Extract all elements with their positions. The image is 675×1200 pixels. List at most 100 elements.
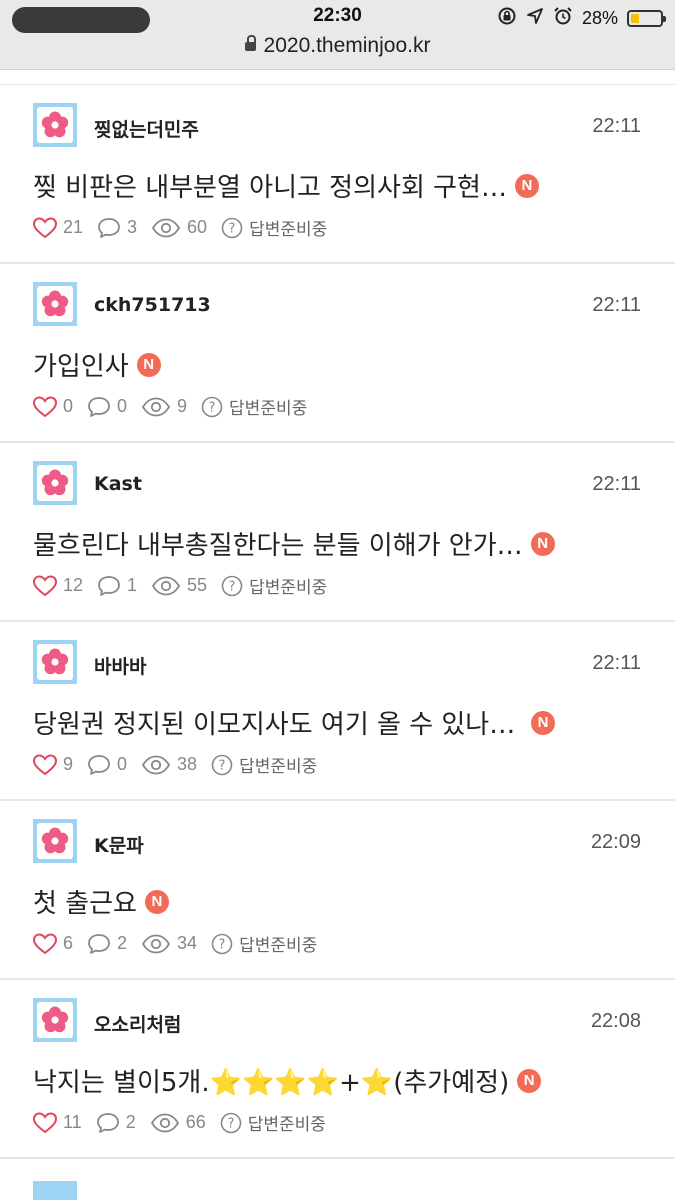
comment-count-value: 0 [117, 396, 128, 416]
comment-bubble-icon [88, 933, 110, 954]
post-time: 22:09 [590, 831, 641, 853]
comment-count[interactable]: 1 [97, 575, 137, 597]
like-count-value: 21 [63, 217, 84, 237]
post-title-text[interactable]: 가입인사 [33, 346, 129, 383]
answer-status-text: 답변준비중 [247, 1115, 326, 1135]
avatar[interactable] [33, 282, 77, 326]
new-badge: N [530, 531, 555, 556]
post-item[interactable]: ckh751713 22:11 가입인사 N 0 0 9 ? 답변준비중 [0, 264, 675, 443]
address-bar[interactable]: 2020.theminjoo.kr [0, 34, 675, 58]
question-circle-icon: ? [221, 217, 243, 238]
flower-icon [41, 827, 69, 854]
post-item[interactable]: 오소리처럼 22:08 낙지는 별이5개.⭐⭐⭐⭐+⭐(추가예정) N 11 2… [0, 980, 675, 1159]
post-meta: 11 2 66 ? 답변준비중 [33, 1110, 340, 1135]
post-title[interactable]: 물흐린다 내부총질한다는 분들 이해가 안가… N [33, 525, 555, 562]
battery-level [631, 14, 639, 23]
browser-status-bar: 22:30 28% 2020.theminjoo.kr [0, 0, 675, 70]
post-title[interactable]: 낙지는 별이5개.⭐⭐⭐⭐+⭐(추가예정) N [33, 1062, 542, 1099]
eye-icon [150, 1113, 179, 1132]
answer-status-text: 답변준비중 [229, 399, 308, 419]
view-count: 60 [151, 217, 207, 238]
heart-icon [33, 574, 57, 596]
like-count-value: 0 [63, 396, 74, 416]
author-nickname[interactable]: K문파 [94, 831, 144, 858]
answer-status: ? 답변준비중 [221, 215, 327, 240]
avatar[interactable] [33, 819, 77, 863]
heart-icon [33, 753, 57, 775]
post-title[interactable]: 당원권 정지된 이모지사도 여기 올 수 있나요? N [33, 704, 555, 741]
post-title-text[interactable]: 당원권 정지된 이모지사도 여기 올 수 있나요? [33, 704, 523, 741]
post-title[interactable]: 가입인사 N [33, 346, 161, 383]
author-nickname[interactable]: Kast [94, 473, 142, 495]
post-meta: 9 0 38 ? 답변준비중 [33, 752, 331, 777]
svg-text:?: ? [209, 400, 216, 415]
question-circle-icon: ? [211, 933, 233, 954]
post-item[interactable]: 바바바 22:11 당원권 정지된 이모지사도 여기 올 수 있나요? N 9 … [0, 622, 675, 801]
comment-count[interactable]: 0 [87, 754, 127, 776]
like-count[interactable]: 12 [33, 574, 83, 597]
answer-status: ? 답변준비중 [201, 394, 307, 419]
post-title-text[interactable]: 첫 출근요 [33, 883, 137, 920]
view-count: 38 [141, 754, 197, 775]
comment-count[interactable]: 2 [87, 933, 127, 955]
post-meta: 21 3 60 ? 답변준비중 [33, 215, 341, 240]
svg-text:?: ? [229, 221, 236, 236]
comment-count[interactable]: 2 [96, 1112, 136, 1134]
author-nickname[interactable]: 바바바 [94, 652, 146, 679]
view-count-value: 34 [177, 933, 198, 953]
author-nickname[interactable]: 찢없는더민주 [94, 115, 199, 142]
svg-text:?: ? [229, 579, 236, 594]
post-item[interactable]: K문파 22:09 첫 출근요 N 6 2 34 ? 답변준비중 [0, 801, 675, 980]
comment-count[interactable]: 3 [97, 217, 137, 239]
avatar[interactable] [33, 998, 77, 1042]
new-badge: N [136, 352, 161, 377]
flower-icon [41, 469, 69, 496]
new-badge: N [531, 710, 555, 735]
comment-count-value: 2 [125, 1112, 136, 1132]
svg-text:?: ? [219, 937, 226, 952]
answer-status-text: 답변준비중 [249, 578, 328, 598]
view-count-value: 55 [187, 575, 208, 595]
avatar[interactable] [33, 461, 77, 505]
comment-count-value: 1 [127, 575, 138, 595]
author-nickname[interactable]: 오소리처럼 [94, 1010, 181, 1037]
view-count-value: 66 [185, 1112, 206, 1132]
like-count[interactable]: 0 [33, 395, 74, 418]
like-count[interactable]: 11 [33, 1111, 82, 1134]
post-time: 22:08 [590, 1010, 641, 1032]
comment-bubble-icon [88, 396, 110, 417]
view-count-value: 38 [177, 754, 198, 774]
post-meta: 12 1 55 ? 답변준비중 [33, 573, 341, 598]
question-circle-icon: ? [201, 396, 223, 417]
post-title[interactable]: 찢 비판은 내부분열 아니고 정의사회 구현… N [33, 167, 539, 204]
comment-count-value: 2 [117, 933, 128, 953]
comment-bubble-icon [98, 217, 120, 238]
heart-icon [33, 932, 57, 954]
author-nickname[interactable]: ckh751713 [94, 294, 211, 316]
post-item[interactable]: Kast 22:11 물흐린다 내부총질한다는 분들 이해가 안가… N 12 … [0, 443, 675, 622]
question-circle-icon: ? [221, 575, 243, 596]
post-title-text[interactable]: 찢 비판은 내부분열 아니고 정의사회 구현… [33, 167, 507, 204]
post-meta: 0 0 9 ? 답변준비중 [33, 394, 321, 419]
question-circle-icon: ? [220, 1112, 242, 1133]
comment-count-value: 0 [117, 754, 128, 774]
view-count: 34 [141, 933, 197, 954]
like-count-value: 9 [63, 754, 74, 774]
post-meta: 6 2 34 ? 답변준비중 [33, 931, 331, 956]
like-count[interactable]: 21 [33, 216, 84, 239]
avatar [33, 1181, 77, 1200]
avatar[interactable] [33, 640, 77, 684]
post-item[interactable]: 찢없는더민주 22:11 찢 비판은 내부분열 아니고 정의사회 구현… N 2… [0, 85, 675, 264]
comment-count[interactable]: 0 [87, 396, 127, 418]
post-title-text[interactable]: 물흐린다 내부총질한다는 분들 이해가 안가… [33, 525, 523, 562]
comment-bubble-icon [98, 575, 120, 596]
like-count-value: 6 [63, 933, 74, 953]
post-time: 22:11 [592, 473, 641, 495]
post-title-text[interactable]: 낙지는 별이5개.⭐⭐⭐⭐+⭐(추가예정) [33, 1062, 509, 1099]
answer-status: ? 답변준비중 [220, 1110, 326, 1135]
like-count[interactable]: 9 [33, 753, 74, 776]
answer-status-text: 답변준비중 [239, 936, 318, 956]
like-count[interactable]: 6 [33, 932, 74, 955]
avatar[interactable] [33, 103, 77, 147]
post-title[interactable]: 첫 출근요 N [33, 883, 169, 920]
